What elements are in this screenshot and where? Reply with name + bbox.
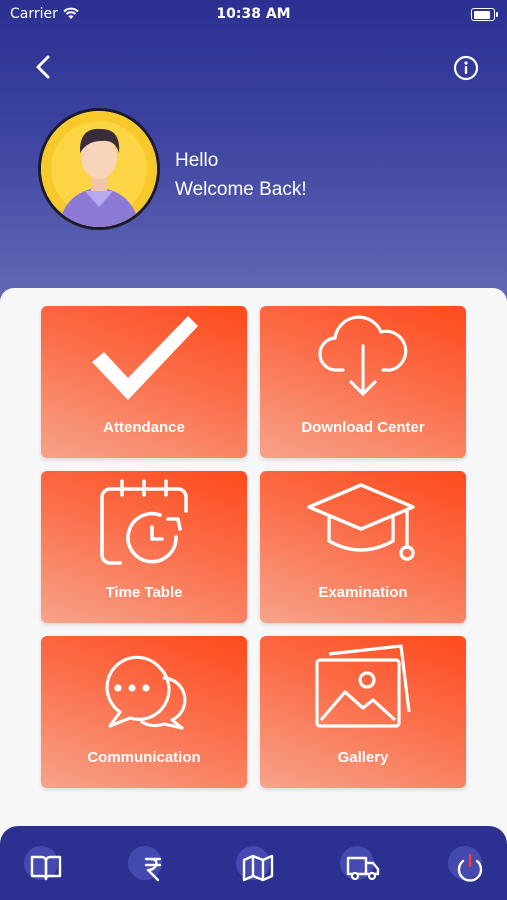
power-icon	[457, 853, 483, 882]
calendar-clock-icon	[100, 479, 188, 565]
nav-item-map[interactable]	[236, 846, 280, 890]
nav-item-logout[interactable]	[448, 846, 492, 890]
tile-label: Time Table	[105, 584, 183, 601]
clock: 10:38 AM	[216, 6, 291, 22]
info-button[interactable]	[452, 54, 480, 82]
tile-label: Attendance	[103, 419, 185, 436]
info-circle-icon	[453, 55, 479, 81]
user-avatar-icon	[41, 111, 157, 227]
tile-time-table[interactable]: Time Table	[41, 471, 247, 623]
chat-bubbles-icon	[105, 655, 187, 730]
bottom-nav	[0, 826, 507, 900]
nav-item-fees[interactable]	[128, 846, 172, 890]
cloud-download-icon	[318, 315, 408, 396]
book-icon	[30, 855, 62, 881]
tile-label: Communication	[87, 749, 201, 766]
tile-communication[interactable]: Communication	[41, 636, 247, 788]
nav-item-book[interactable]	[24, 846, 68, 890]
image-gallery-icon	[315, 644, 411, 728]
back-button[interactable]	[28, 52, 60, 84]
greeting-welcome: Welcome Back!	[175, 179, 307, 200]
status-bar: Carrier 10:38 AM	[0, 0, 507, 28]
tile-download-center[interactable]: Download Center	[260, 306, 466, 458]
chevron-left-icon	[36, 55, 50, 79]
checkmark-icon	[92, 316, 198, 400]
map-icon	[242, 854, 274, 882]
greeting: Hello Welcome Back!	[175, 146, 307, 204]
tile-label: Download Center	[301, 419, 425, 436]
graduation-cap-icon	[307, 483, 415, 561]
avatar	[38, 108, 160, 230]
nav-item-transport[interactable]	[340, 846, 384, 890]
rupee-icon	[144, 857, 162, 882]
truck-icon	[346, 856, 380, 881]
tile-examination[interactable]: Examination	[260, 471, 466, 623]
tile-label: Gallery	[337, 749, 389, 766]
tile-label: Examination	[318, 584, 408, 601]
battery-icon	[471, 8, 498, 21]
tile-attendance[interactable]: Attendance	[41, 306, 247, 458]
greeting-hello: Hello	[175, 150, 219, 171]
tile-gallery[interactable]: Gallery	[260, 636, 466, 788]
